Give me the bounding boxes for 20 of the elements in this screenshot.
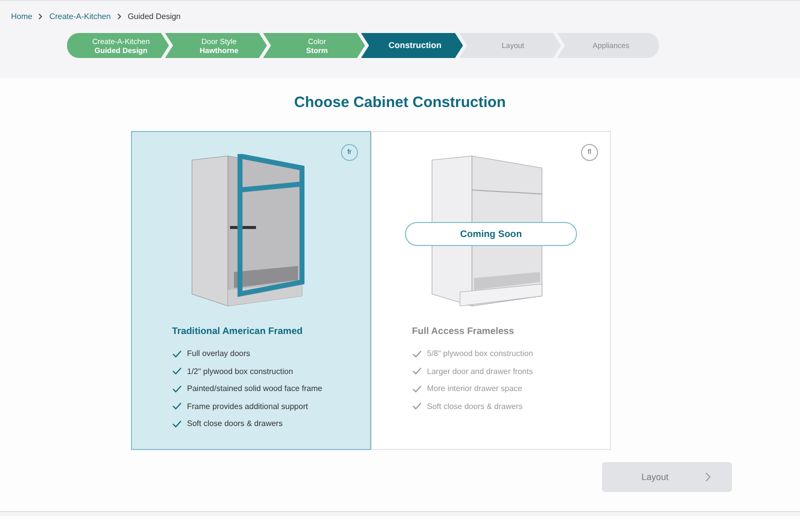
feature-text: Painted/stained solid wood face frame xyxy=(187,384,322,394)
page-heading: Choose Cabinet Construction xyxy=(293,94,507,113)
option-title: Traditional American Framed xyxy=(172,326,304,337)
feature-text: Larger door and drawer fronts xyxy=(427,366,533,376)
feature-text: 1/2" plywood box construction xyxy=(187,366,294,376)
breadcrumb-link[interactable]: Create-A-Kitchen xyxy=(49,12,111,20)
progress-step[interactable]: Construction xyxy=(361,33,463,58)
breadcrumb-link[interactable]: Home xyxy=(11,12,32,20)
chevron-icon xyxy=(704,472,711,482)
chevron-icon xyxy=(38,12,44,20)
feature-text: Full overlay doors xyxy=(187,349,250,358)
breadcrumb-current: Guided Design xyxy=(128,12,181,20)
feature-text: Soft close doors & drawers xyxy=(427,402,523,411)
feature-text: 5/8" plywood box construction xyxy=(427,349,534,358)
option-title: Full Access Frameless xyxy=(412,326,516,337)
feature-text: Soft close doors & drawers xyxy=(187,419,283,428)
chevron-icon xyxy=(116,12,122,20)
feature-text: Frame provides additional support xyxy=(187,402,308,411)
coming-soon-badge: Coming Soon xyxy=(405,222,577,246)
feature-text: More interior drawer space xyxy=(427,384,522,394)
